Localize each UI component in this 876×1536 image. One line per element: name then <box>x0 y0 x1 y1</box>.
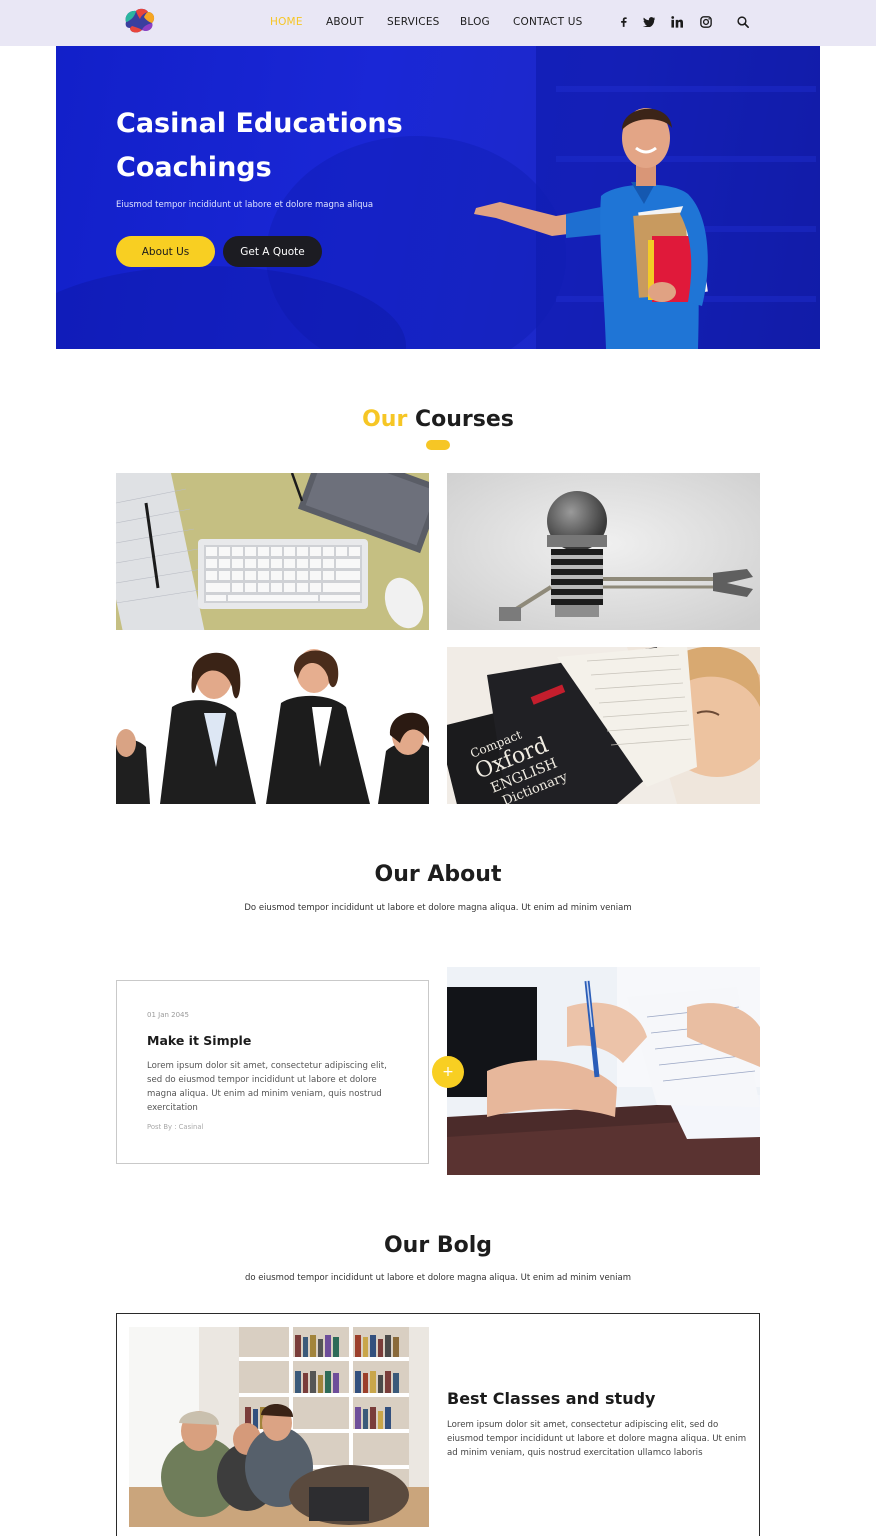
business-women-photo <box>116 647 429 804</box>
robot-photo <box>447 473 760 630</box>
get-a-quote-button[interactable]: Get A Quote <box>223 236 322 267</box>
brain-logo-icon[interactable] <box>122 7 156 35</box>
blog-title: Our Bolg <box>383 1233 493 1258</box>
about-subtitle: Do eiusmod tempor incididunt ut labore e… <box>244 903 632 913</box>
blog-subtitle: do eiusmod tempor incididunt ut labore e… <box>244 1273 632 1283</box>
blog-post-excerpt: Lorem ipsum dolor sit amet, consectetur … <box>447 1420 747 1458</box>
twitter-icon[interactable] <box>642 14 656 30</box>
instagram-icon[interactable] <box>699 14 713 30</box>
contract-signing-photo <box>447 967 760 1175</box>
courses-title: Our Courses <box>0 407 876 432</box>
courses-title-highlight: Our <box>362 407 408 432</box>
linkedin-icon[interactable] <box>670 14 684 30</box>
nav-about[interactable]: ABOUT <box>326 16 364 28</box>
nav-contact-us[interactable]: CONTACT US <box>513 16 582 28</box>
nav-blog[interactable]: BLOG <box>460 16 490 28</box>
post-date: 01 Jan 2045 <box>147 1011 189 1019</box>
course-card-dictionary[interactable]: Compact Oxford ENGLISH Dictionary <box>447 647 760 804</box>
course-card-business[interactable] <box>116 647 429 804</box>
post-excerpt: Lorem ipsum dolor sit amet, consectetur … <box>147 1061 387 1113</box>
student-photo <box>474 108 708 349</box>
title-underline <box>426 440 450 450</box>
about-title: Our About <box>374 862 502 887</box>
about-us-button[interactable]: About Us <box>116 236 215 267</box>
blog-post-heading[interactable]: Best Classes and study <box>447 1389 655 1408</box>
courses-title-rest: Courses <box>415 407 514 432</box>
dictionary-reader-photo: Compact Oxford ENGLISH Dictionary <box>447 647 760 804</box>
plus-button[interactable]: + <box>432 1056 464 1088</box>
course-card-robot[interactable] <box>447 473 760 630</box>
search-icon[interactable] <box>736 14 750 30</box>
site-header: HOME ABOUT SERVICES BLOG CONTACT US <box>0 0 876 46</box>
nav-services[interactable]: SERVICES <box>387 16 440 28</box>
about-post-card[interactable]: 01 Jan 2045 Make it Simple Lorem ipsum d… <box>116 980 429 1164</box>
facebook-icon[interactable] <box>618 14 628 30</box>
library-students-photo <box>129 1327 429 1527</box>
hero-title: Casinal Educations Coachings <box>116 108 403 183</box>
keyboard-desk-photo <box>116 473 429 630</box>
post-author: Post By : Casinal <box>147 1123 204 1131</box>
hero-subtitle: Eiusmod tempor incididunt ut labore et d… <box>116 200 374 210</box>
nav-home[interactable]: HOME <box>270 16 303 28</box>
course-card-keyboard[interactable] <box>116 473 429 630</box>
post-heading[interactable]: Make it Simple <box>147 1033 251 1048</box>
hero-banner: Casinal Educations Coachings Eiusmod tem… <box>56 46 820 349</box>
blog-post-card[interactable]: Best Classes and study Lorem ipsum dolor… <box>116 1313 760 1536</box>
